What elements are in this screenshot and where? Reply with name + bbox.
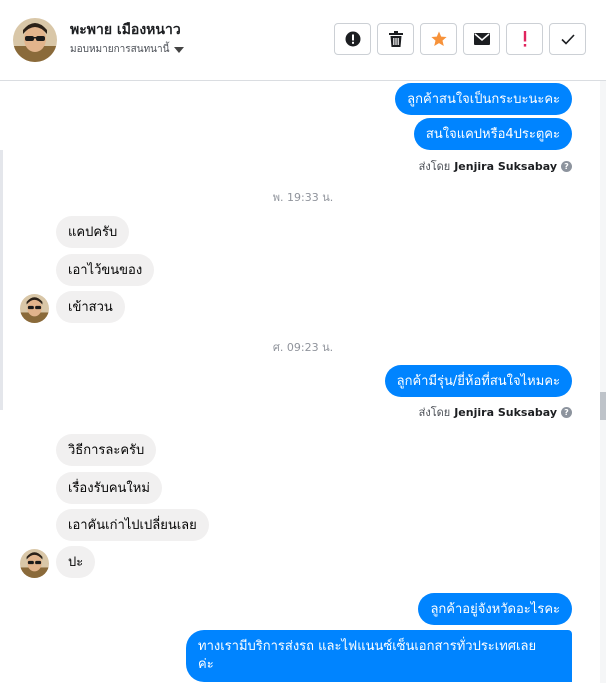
trash-icon <box>388 31 403 47</box>
follow-up-button[interactable] <box>506 23 543 55</box>
envelope-icon <box>473 33 490 45</box>
outgoing-message[interactable]: ลูกค้าสนใจเป็นกระบะนะคะ <box>395 83 572 115</box>
chat-scrollbar-thumb[interactable] <box>600 392 606 420</box>
timestamp-divider: พ. 19:33 น. <box>272 191 334 204</box>
conversation-actions <box>334 23 586 55</box>
assign-conversation-dropdown[interactable]: มอบหมายการสนทนานี้ <box>70 42 185 57</box>
assign-label: มอบหมายการสนทนานี้ <box>70 44 170 55</box>
incoming-message[interactable]: เอาคันเก่าไปเปลี่ยนเลย <box>56 509 209 541</box>
help-icon[interactable]: ? <box>561 160 572 172</box>
outgoing-message[interactable]: สนใจแคปหรือ4ประตูคะ <box>413 118 572 150</box>
contact-name[interactable]: พะพาย เมืองหนาว <box>70 19 181 41</box>
message-line: ค่ะ <box>198 657 214 672</box>
chevron-down-icon <box>174 46 185 53</box>
contact-avatar[interactable] <box>13 18 57 62</box>
conversation-header: พะพาย เมืองหนาว มอบหมายการสนทนานี้ <box>0 0 606 81</box>
outgoing-message[interactable]: ลูกค้ามีรุ่น/ยี่ห้อที่สนใจไหมคะ <box>384 365 572 397</box>
sent-by-label: ส่งโดย Jenjira Suksabay ? <box>419 157 572 175</box>
delete-button[interactable] <box>377 23 414 55</box>
contact-avatar-small[interactable] <box>20 294 49 323</box>
sent-by-label: ส่งโดย Jenjira Suksabay ? <box>419 403 572 421</box>
star-button[interactable] <box>420 23 457 55</box>
exclamation-icon <box>523 31 526 47</box>
mark-spam-button[interactable] <box>334 23 371 55</box>
timestamp-divider: ศ. 09:23 น. <box>272 341 334 354</box>
star-icon <box>430 31 447 46</box>
incoming-message[interactable]: แคปครับ <box>56 216 130 248</box>
incoming-message[interactable]: เอาไว้ขนของ <box>56 254 155 286</box>
incoming-message[interactable]: วิธีการละครับ <box>56 434 157 466</box>
incoming-message[interactable]: ปะ <box>56 546 96 578</box>
chat-scrollbar[interactable] <box>600 81 606 683</box>
help-icon[interactable]: ? <box>561 406 572 418</box>
check-icon <box>560 33 575 45</box>
mark-done-button[interactable] <box>549 23 586 55</box>
incoming-message[interactable]: เข้าสวน <box>56 291 125 323</box>
sent-by-name: Jenjira Suksabay <box>454 159 557 173</box>
contact-avatar-small[interactable] <box>20 549 49 578</box>
outgoing-message[interactable]: ทางเรามีบริการส่งรถ และไฟแนนซ์เซ็นเอกสาร… <box>186 630 572 682</box>
outgoing-message[interactable]: ลูกค้าอยู่จังหวัดอะไรคะ <box>418 593 572 625</box>
alert-circle-icon <box>345 31 360 47</box>
message-line: ทางเรามีบริการส่งรถ และไฟแนนซ์เซ็นเอกสาร… <box>198 639 537 654</box>
sent-by-name: Jenjira Suksabay <box>454 405 557 419</box>
sent-by-prefix: ส่งโดย <box>418 406 451 419</box>
mark-unread-button[interactable] <box>463 23 500 55</box>
incoming-message[interactable]: เรื่องรับคนใหม่ <box>56 472 162 504</box>
sent-by-prefix: ส่งโดย <box>418 160 451 173</box>
